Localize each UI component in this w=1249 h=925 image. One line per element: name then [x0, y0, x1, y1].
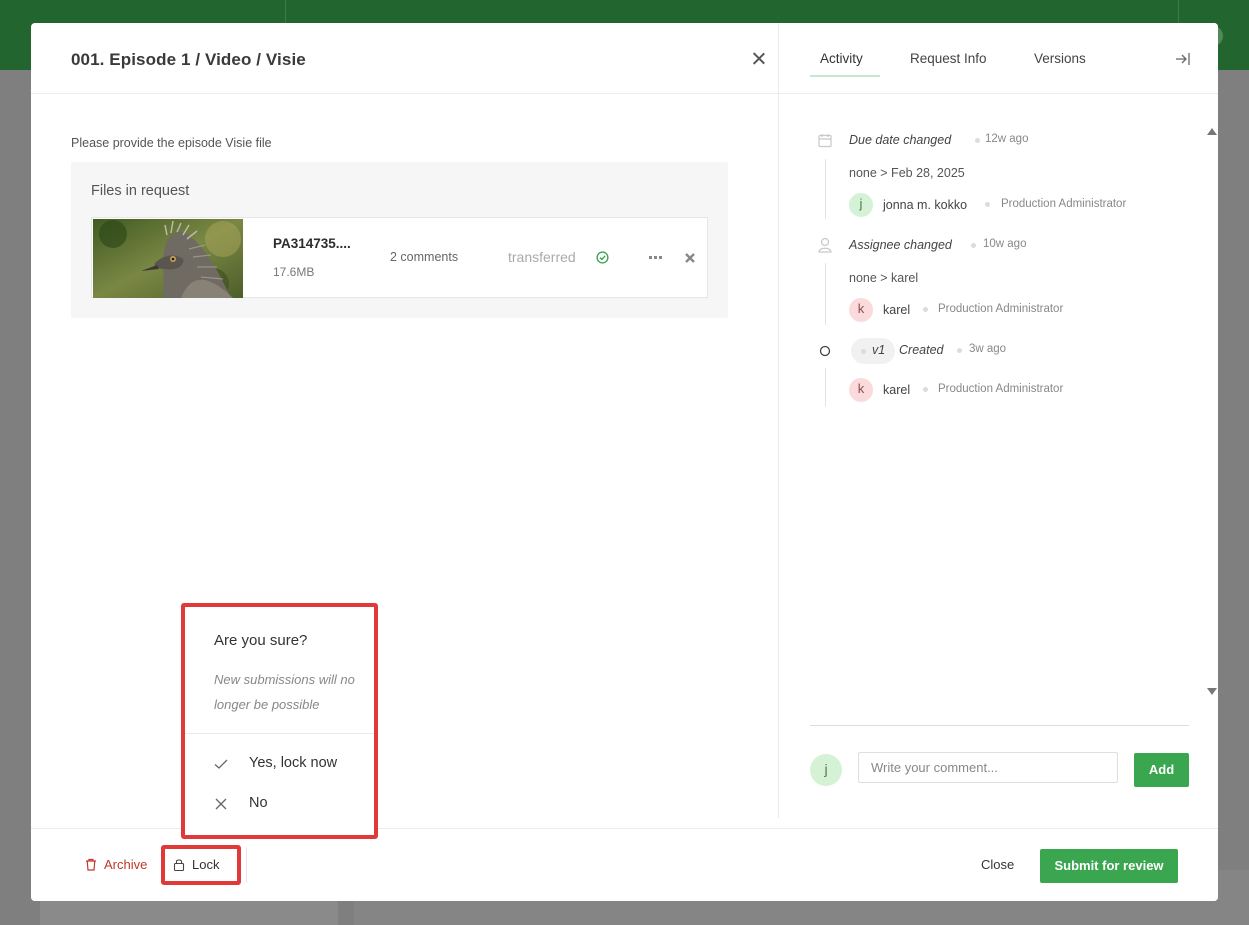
popover-title: Are you sure? — [214, 632, 308, 649]
separator-dot — [971, 243, 976, 248]
separator-dot — [923, 307, 928, 312]
version-badge: v1 — [851, 338, 895, 364]
activity-event-title: Assignee changed — [849, 238, 952, 252]
trash-icon — [86, 858, 96, 871]
lock-icon — [173, 859, 185, 871]
modal-header: 001. Episode 1 / Video / Visie — [31, 23, 779, 94]
file-name[interactable]: PA314735.... — [273, 236, 351, 251]
check-circle-icon — [596, 251, 609, 264]
avatar: k — [849, 298, 873, 322]
activity-user-role: Production Administrator — [1001, 198, 1127, 210]
activity-timestamp: 3w ago — [969, 343, 1007, 355]
file-size: 17.6MB — [273, 265, 315, 279]
sidebar-tabs: Activity Request Info Versions — [779, 23, 1218, 94]
confirm-lock-option[interactable]: Yes, lock now — [214, 755, 337, 771]
comment-divider — [810, 725, 1189, 726]
activity-timestamp: 12w ago — [985, 133, 1029, 145]
activity-sidebar: Activity Request Info Versions Due date … — [778, 23, 1218, 818]
submit-for-review-button[interactable]: Submit for review — [1040, 849, 1178, 883]
emu-thumbnail-image — [93, 219, 243, 298]
tab-versions[interactable]: Versions — [1034, 51, 1086, 66]
active-tab-indicator — [810, 75, 880, 77]
close-icon[interactable] — [750, 50, 768, 68]
activity-user-role: Production Administrator — [938, 383, 1064, 395]
check-icon — [214, 759, 228, 769]
activity-user: jonna m. kokko — [883, 198, 968, 212]
separator-dot — [923, 387, 928, 392]
version-circle-icon — [819, 345, 831, 357]
close-button[interactable]: Close — [981, 857, 1014, 872]
file-status: transferred — [508, 249, 576, 265]
popover-divider — [185, 733, 374, 734]
request-main-pane: 001. Episode 1 / Video / Visie Please pr… — [31, 23, 779, 828]
file-thumbnail[interactable] — [93, 219, 243, 298]
scroll-up-arrow[interactable] — [1207, 128, 1217, 135]
avatar: j — [849, 193, 873, 217]
collapse-panel-icon[interactable] — [1175, 52, 1191, 66]
archive-button[interactable]: Archive — [85, 857, 147, 872]
cancel-lock-label: No — [249, 795, 268, 811]
file-card[interactable]: PA314735.... 17.6MB 2 comments transferr… — [91, 217, 708, 298]
cancel-lock-option[interactable]: No — [214, 795, 268, 811]
timeline-line — [825, 159, 826, 219]
activity-change: none > Feb 28, 2025 — [849, 166, 965, 180]
activity-user: karel — [883, 303, 911, 317]
remove-file-icon[interactable] — [684, 252, 696, 264]
comment-input[interactable] — [858, 752, 1118, 783]
version-label: v1 — [872, 343, 886, 357]
separator-dot — [861, 349, 866, 354]
request-description: Please provide the episode Visie file — [71, 136, 272, 150]
activity-change: none > karel — [849, 271, 919, 285]
confirm-lock-label: Yes, lock now — [249, 755, 338, 771]
timeline-line — [825, 368, 826, 406]
footer-divider — [246, 847, 247, 883]
activity-user-role: Production Administrator — [938, 303, 1064, 315]
activity-event-title: Created — [899, 343, 944, 357]
activity-user: karel — [883, 383, 911, 397]
tab-activity[interactable]: Activity — [820, 51, 863, 66]
files-section-title: Files in request — [91, 183, 190, 199]
lock-button[interactable]: Lock — [173, 857, 219, 872]
more-options-icon[interactable] — [649, 256, 662, 260]
separator-dot — [975, 138, 980, 143]
scroll-down-arrow[interactable] — [1207, 688, 1217, 695]
files-in-request-section: Files in request PA314735.... 17.6MB 2 c… — [71, 162, 728, 318]
activity-timestamp: 10w ago — [983, 238, 1027, 250]
lock-confirm-popover: Are you sure? New submissions will no lo… — [181, 603, 378, 839]
activity-event-title: Due date changed — [849, 133, 952, 147]
archive-label: Archive — [104, 857, 148, 872]
avatar: k — [849, 378, 873, 402]
timeline-line — [825, 263, 826, 325]
separator-dot — [985, 202, 990, 207]
close-icon — [215, 798, 227, 810]
popover-description: New submissions will no longer be possib… — [214, 672, 355, 712]
file-comments-link[interactable]: 2 comments — [390, 250, 458, 264]
modal-title: 001. Episode 1 / Video / Visie — [71, 50, 306, 69]
add-comment-button[interactable]: Add — [1134, 753, 1189, 787]
calendar-icon — [818, 134, 832, 148]
tab-request-info[interactable]: Request Info — [910, 51, 987, 66]
separator-dot — [957, 348, 962, 353]
current-user-avatar: j — [810, 754, 842, 786]
user-icon — [818, 237, 832, 253]
lock-label: Lock — [192, 857, 220, 872]
